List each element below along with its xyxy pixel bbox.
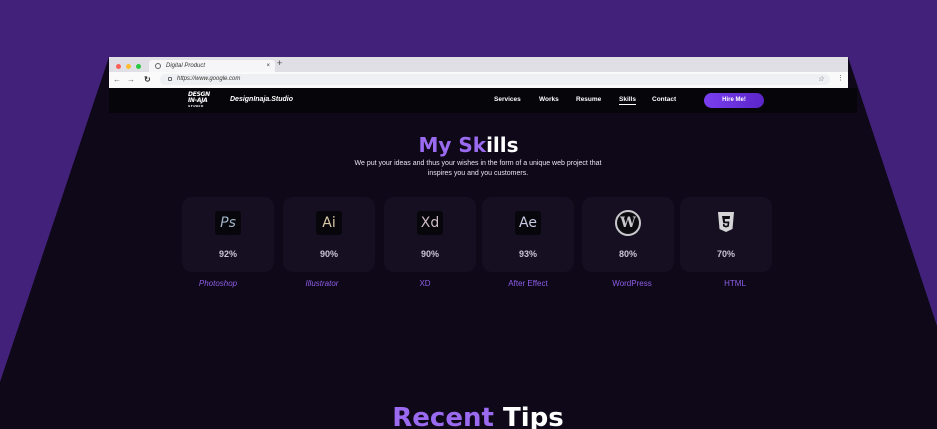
scene: Digital Product × + ← → ↻ https://www.go… — [0, 0, 937, 429]
skill-card-xd[interactable]: Xd 90% — [384, 197, 476, 272]
wordpress-icon: W — [615, 210, 641, 236]
skills-heading-rest: ills — [486, 133, 519, 157]
maximize-window-dot[interactable] — [136, 64, 141, 69]
nav-works[interactable]: Works — [539, 96, 559, 103]
recent-tips-heading: Recent Tips — [0, 403, 937, 429]
skill-label: HTML — [724, 279, 746, 288]
tab-bar: Digital Product × + — [109, 57, 848, 72]
site-navbar: DESGN IN-AJA STUDIO DesignInaja.Studio S… — [109, 88, 857, 113]
skill-percent: 70% — [716, 249, 735, 259]
brand-name[interactable]: DesignInaja.Studio — [230, 96, 293, 103]
lock-icon — [168, 77, 172, 81]
address-bar-row: ← → ↻ https://www.google.com ☆ ⋮ — [109, 72, 848, 88]
skill-label: After Effect — [508, 279, 548, 288]
skill-card-illustrator[interactable]: Ai 90% — [283, 197, 375, 272]
close-window-dot[interactable] — [116, 64, 121, 69]
skill-label: Photoshop — [198, 279, 238, 288]
recent-heading-rest: Tips — [493, 403, 564, 429]
browser-chrome: Digital Product × + ← → ↻ https://www.go… — [109, 57, 848, 88]
globe-icon — [155, 63, 161, 69]
browser-menu-icon[interactable]: ⋮ — [837, 74, 844, 82]
tab-title: Digital Product — [166, 63, 206, 69]
reload-icon[interactable]: ↻ — [144, 75, 151, 84]
skill-card-html[interactable]: 70% — [680, 197, 772, 272]
nav-skills[interactable]: Skills — [619, 96, 636, 105]
subtitle-line-1: We put your ideas and thus your wishes i… — [354, 160, 602, 167]
after-effects-icon: Ae — [515, 211, 541, 235]
skills-subtitle: We put your ideas and thus your wishes i… — [0, 159, 937, 179]
photoshop-icon: Ps — [215, 211, 241, 235]
skill-percent: 90% — [420, 249, 439, 259]
nav-contact[interactable]: Contact — [652, 96, 676, 103]
skill-label: WordPress — [612, 279, 652, 288]
xd-icon: Xd — [417, 211, 443, 235]
recent-heading-accent: Recent — [392, 403, 494, 429]
skill-card-after-effect[interactable]: Ae 93% — [482, 197, 574, 272]
bookmark-star-icon[interactable]: ☆ — [818, 74, 824, 85]
tab-close-icon[interactable]: × — [266, 60, 270, 72]
laptop-screen: Digital Product × + ← → ↻ https://www.go… — [0, 57, 937, 429]
back-icon[interactable]: ← — [113, 75, 121, 84]
nav-services[interactable]: Services — [494, 96, 521, 103]
skill-percent: 90% — [319, 249, 338, 259]
skills-heading-accent: My Sk — [418, 133, 487, 157]
forward-icon[interactable]: → — [127, 75, 135, 84]
skill-percent: 93% — [518, 249, 537, 259]
skill-card-wordpress[interactable]: W 80% — [582, 197, 674, 272]
skill-label: XD — [419, 279, 431, 288]
html5-icon — [718, 212, 734, 232]
url-input[interactable]: https://www.google.com ☆ — [160, 74, 830, 85]
skill-percent: 80% — [618, 249, 637, 259]
subtitle-line-2: inspires you and you customers. — [427, 170, 529, 177]
nav-resume[interactable]: Resume — [576, 96, 601, 103]
minimize-window-dot[interactable] — [126, 64, 131, 69]
logo-line-3: STUDIO — [188, 104, 204, 108]
illustrator-icon: Ai — [316, 211, 342, 235]
new-tab-icon[interactable]: + — [277, 58, 282, 68]
hire-me-button[interactable]: Hire Me! — [704, 93, 764, 108]
skill-card-photoshop[interactable]: Ps 92% — [182, 197, 274, 272]
skill-percent: 92% — [218, 249, 237, 259]
studio-logo[interactable]: DESGN IN-AJA STUDIO — [188, 92, 218, 109]
browser-tab[interactable]: Digital Product × — [149, 60, 275, 72]
skill-label: Illustrator — [305, 279, 339, 288]
url-text: https://www.google.com — [177, 76, 241, 82]
skills-heading: My Skills — [0, 133, 937, 157]
